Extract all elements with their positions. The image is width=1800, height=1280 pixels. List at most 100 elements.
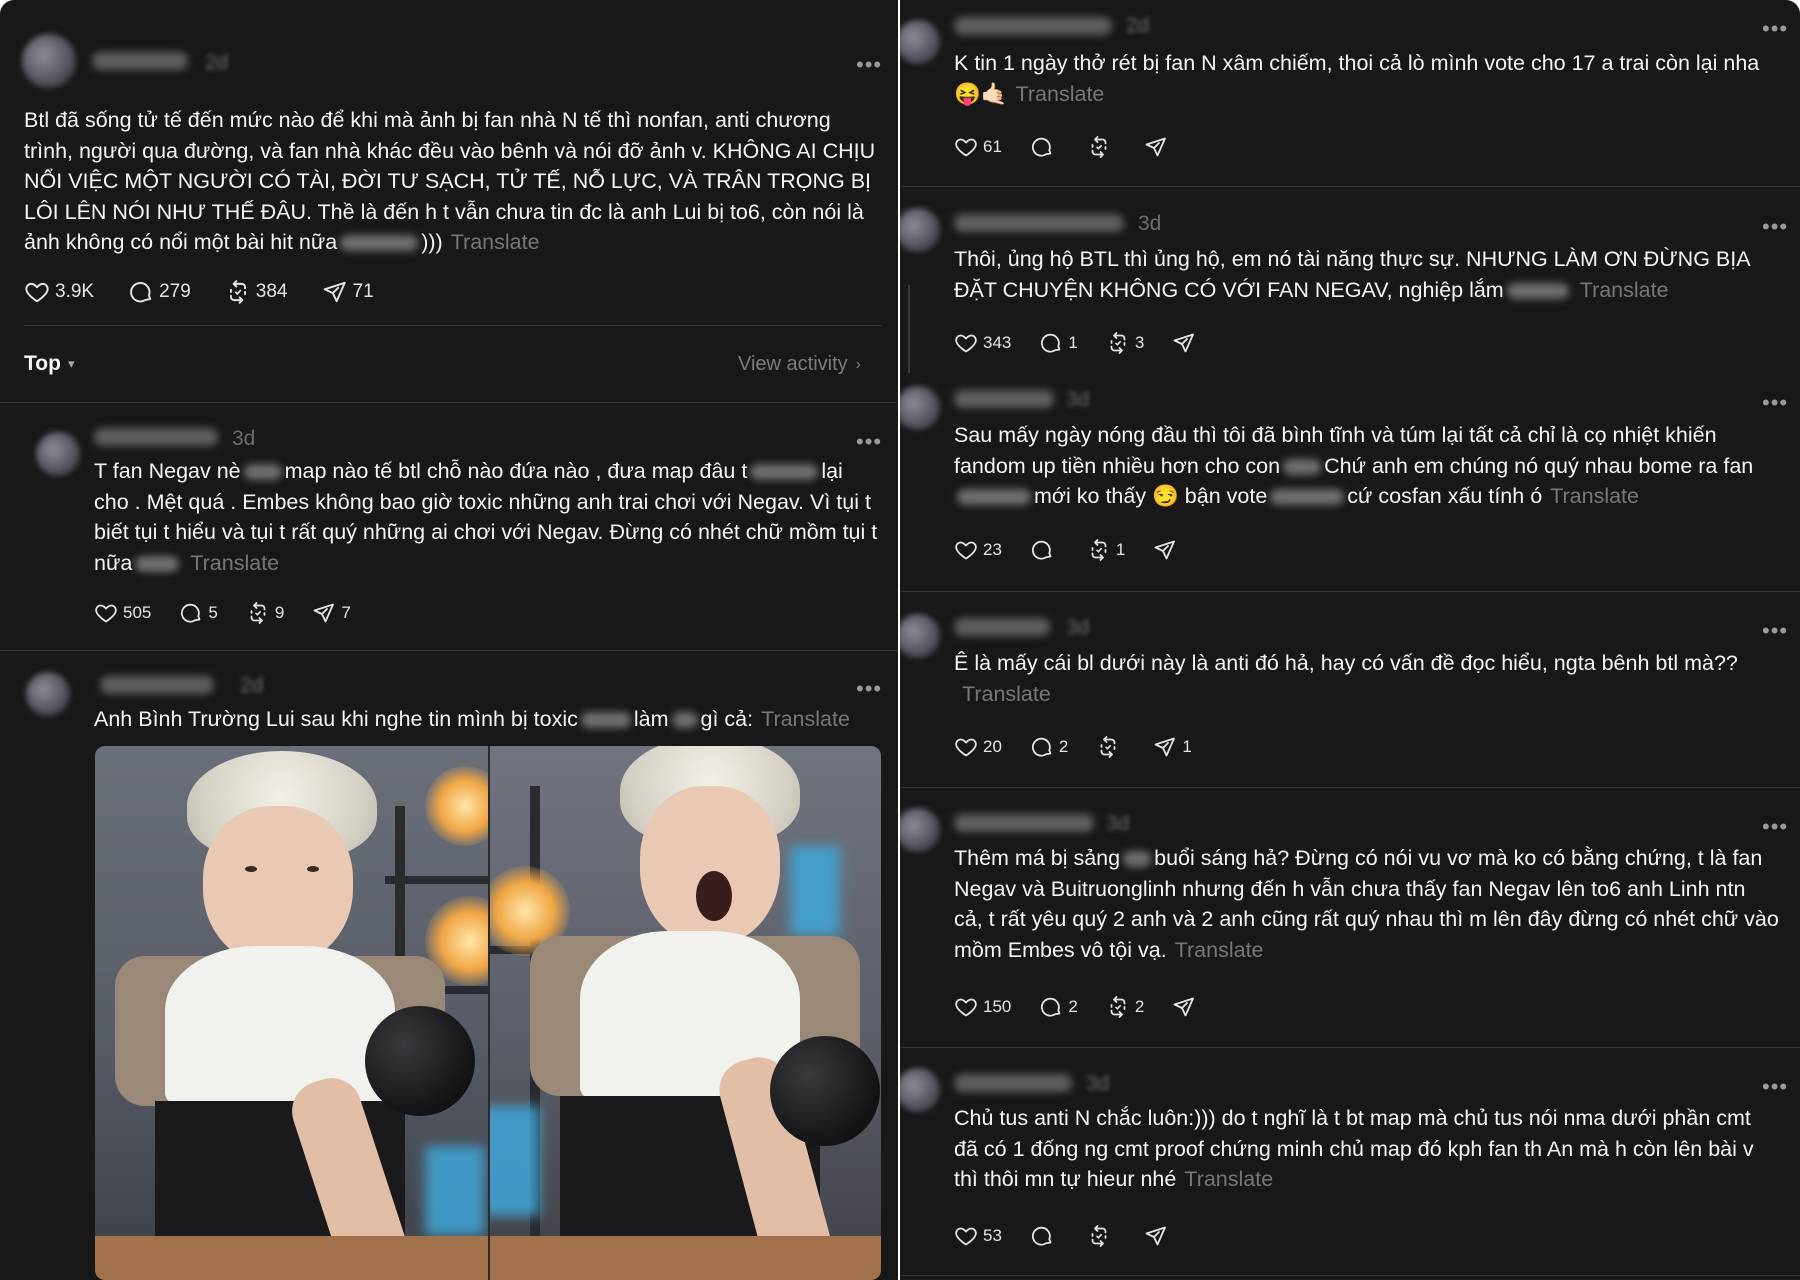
avatar[interactable]	[36, 432, 80, 476]
repost-icon	[225, 279, 251, 305]
heart-icon	[954, 995, 978, 1019]
avatar[interactable]	[900, 1068, 940, 1112]
like-button[interactable]: 61	[954, 135, 1002, 159]
username-redacted[interactable]	[100, 676, 214, 694]
like-button[interactable]: 20	[954, 735, 1002, 759]
repost-button[interactable]: 1	[1087, 538, 1125, 562]
username-redacted[interactable]	[954, 814, 1094, 832]
avatar[interactable]	[900, 208, 940, 252]
translate-link[interactable]: Translate	[1550, 484, 1639, 508]
avatar[interactable]	[900, 386, 940, 430]
avatar[interactable]	[900, 808, 940, 852]
comment-time: 2d	[1126, 14, 1150, 37]
more-horizontal-icon[interactable]: •••	[856, 431, 882, 453]
photo-frame-2	[488, 746, 881, 1280]
person-face	[640, 786, 780, 946]
username-redacted[interactable]	[954, 214, 1124, 232]
username-redacted[interactable]	[954, 390, 1054, 408]
reply-button[interactable]: 279	[128, 279, 191, 305]
avatar[interactable]	[900, 614, 940, 658]
divider	[900, 186, 1800, 187]
username-redacted[interactable]	[92, 52, 188, 70]
like-button[interactable]: 150	[954, 995, 1011, 1019]
like-button[interactable]: 343	[954, 331, 1011, 355]
share-button[interactable]: 71	[322, 279, 374, 305]
repost-button[interactable]	[1087, 1224, 1116, 1248]
avatar[interactable]	[900, 20, 940, 64]
repost-count: 9	[274, 603, 285, 622]
comment-icon	[1030, 735, 1054, 759]
avatar[interactable]	[26, 672, 70, 716]
comment-text-part: map nào tế btl chỗ nào đứa nào , đưa map…	[284, 459, 748, 483]
more-horizontal-icon[interactable]: •••	[1762, 1076, 1788, 1098]
send-icon	[312, 601, 336, 625]
more-horizontal-icon[interactable]: •••	[856, 54, 882, 76]
reply-button[interactable]	[1030, 135, 1059, 159]
more-horizontal-icon[interactable]: •••	[1762, 620, 1788, 642]
reply-button[interactable]: 5	[179, 601, 218, 625]
username-redacted[interactable]	[954, 618, 1050, 636]
share-button[interactable]	[1144, 1224, 1173, 1248]
like-count: 23	[983, 540, 1002, 559]
reply-button[interactable]	[1030, 1224, 1059, 1248]
heart-icon	[94, 601, 118, 625]
like-count: 343	[983, 333, 1012, 352]
share-button[interactable]: 7	[312, 601, 351, 625]
comment-text: Anh Bình Trường Lui sau khi nghe tin mìn…	[94, 704, 884, 735]
translate-link[interactable]: Translate	[1175, 938, 1264, 962]
more-horizontal-icon[interactable]: •••	[1762, 392, 1788, 414]
reply-button[interactable]: 2	[1030, 735, 1068, 759]
repost-button[interactable]: 3	[1106, 331, 1144, 355]
repost-button[interactable]	[1096, 735, 1125, 759]
share-button[interactable]	[1172, 995, 1201, 1019]
share-button[interactable]	[1172, 331, 1201, 355]
share-button[interactable]: 1	[1153, 735, 1192, 759]
username-redacted[interactable]	[94, 428, 218, 446]
share-button[interactable]	[1144, 135, 1173, 159]
repost-button[interactable]: 384	[225, 279, 288, 305]
translate-link[interactable]: Translate	[1580, 278, 1669, 302]
repost-button[interactable]: 9	[246, 601, 284, 625]
person-mouth	[696, 871, 732, 921]
like-button[interactable]: 53	[954, 1224, 1002, 1248]
like-button[interactable]: 23	[954, 538, 1002, 562]
comment-text: K tin 1 ngày thở rét bị fan N xâm chiếm,…	[954, 48, 1774, 109]
more-horizontal-icon[interactable]: •••	[856, 678, 882, 700]
share-button[interactable]	[1153, 538, 1182, 562]
username-redacted[interactable]	[954, 1074, 1072, 1092]
attached-photo[interactable]	[95, 746, 881, 1280]
translate-link[interactable]: Translate	[1184, 1167, 1273, 1191]
repost-button[interactable]: 2	[1106, 995, 1144, 1019]
like-count: 20	[983, 737, 1002, 756]
like-count: 61	[983, 137, 1002, 156]
avatar[interactable]	[22, 34, 76, 88]
translate-link[interactable]: Translate	[962, 682, 1051, 706]
sort-dropdown[interactable]: Top ▾	[24, 352, 74, 376]
more-horizontal-icon[interactable]: •••	[1762, 816, 1788, 838]
translate-link[interactable]: Translate	[190, 551, 279, 575]
reply-button[interactable]	[1030, 538, 1059, 562]
comment-time: 3d	[1086, 1072, 1110, 1095]
redacted-text	[1506, 282, 1569, 299]
more-horizontal-icon[interactable]: •••	[1762, 216, 1788, 238]
heart-icon	[954, 1224, 978, 1248]
photo-frame-1	[95, 746, 488, 1280]
reply-button[interactable]: 1	[1039, 331, 1078, 355]
send-icon	[1153, 735, 1177, 759]
repost-button[interactable]	[1087, 135, 1116, 159]
repost-icon	[1087, 1224, 1111, 1248]
view-activity-link[interactable]: View activity ›	[738, 353, 861, 376]
comment-icon	[179, 601, 203, 625]
microphone	[365, 1006, 475, 1116]
like-button[interactable]: 505	[94, 601, 151, 625]
repost-icon	[1087, 135, 1111, 159]
more-horizontal-icon[interactable]: •••	[1762, 18, 1788, 40]
divider	[0, 402, 898, 403]
like-button[interactable]: 3.9K	[24, 279, 94, 305]
reply-button[interactable]: 2	[1039, 995, 1078, 1019]
translate-link[interactable]: Translate	[1016, 82, 1105, 106]
repost-count: 2	[1134, 997, 1145, 1016]
translate-link[interactable]: Translate	[451, 230, 540, 254]
username-redacted[interactable]	[954, 17, 1112, 35]
translate-link[interactable]: Translate	[761, 707, 850, 731]
